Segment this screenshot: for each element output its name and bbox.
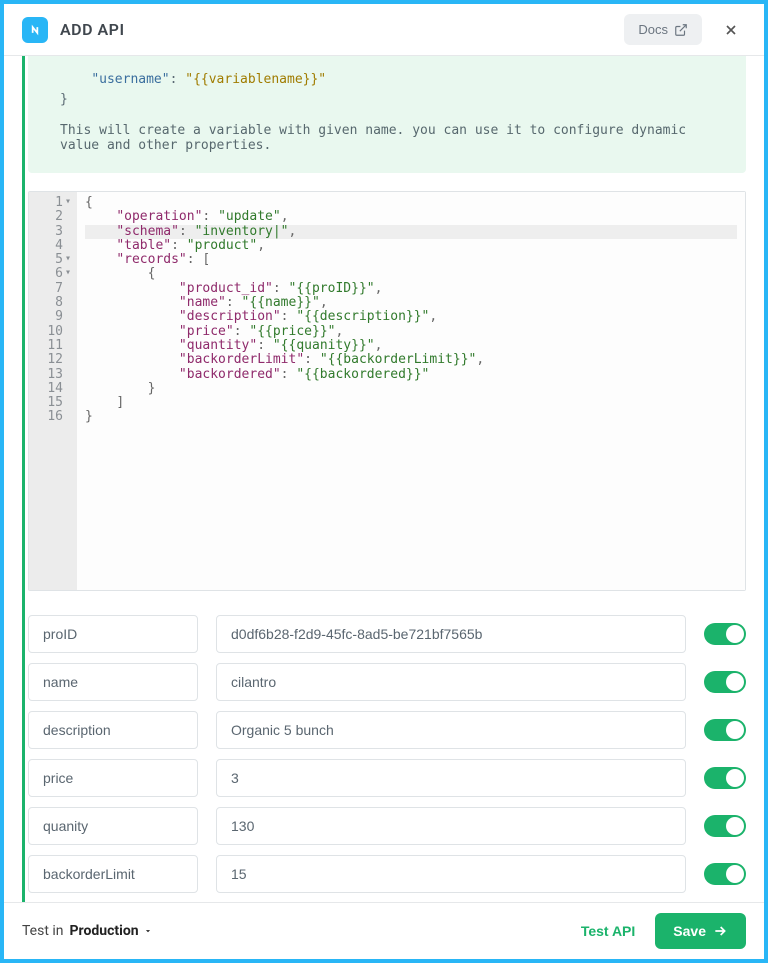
code-line[interactable]: "backorderLimit": "{{backorderLimit}}", — [85, 353, 737, 367]
variable-name-input[interactable] — [28, 855, 198, 893]
line-number: 15 — [39, 396, 71, 410]
code-line[interactable]: "schema": "inventory|", — [85, 225, 737, 239]
modal-header: ADD API Docs — [4, 4, 764, 56]
variable-row — [28, 711, 746, 749]
code-line[interactable]: "price": "{{price}}", — [85, 325, 737, 339]
line-number: 13 — [39, 368, 71, 382]
hint-key: "username" — [91, 72, 169, 87]
variable-toggle[interactable] — [704, 671, 746, 693]
variable-name-input[interactable] — [28, 615, 198, 653]
header-left: ADD API — [22, 17, 125, 43]
close-button[interactable] — [716, 15, 746, 45]
footer-left: Test in Production — [22, 923, 153, 939]
variable-name-input[interactable] — [28, 759, 198, 797]
code-line[interactable]: "description": "{{description}}", — [85, 310, 737, 324]
variable-toggle[interactable] — [704, 767, 746, 789]
caret-down-icon — [143, 926, 153, 936]
variable-toggle[interactable] — [704, 815, 746, 837]
variable-toggle[interactable] — [704, 623, 746, 645]
hint-val: "{{variablename}}" — [185, 72, 326, 87]
code-line[interactable]: "operation": "update", — [85, 210, 737, 224]
line-number: 5▾ — [39, 253, 71, 267]
left-stripe — [22, 56, 25, 902]
external-link-icon — [674, 23, 688, 37]
line-number: 9 — [39, 310, 71, 324]
modal-body: "username": "{{variablename}}" } This wi… — [4, 56, 764, 902]
code-line[interactable]: "product_id": "{{proID}}", — [85, 282, 737, 296]
variable-value-input[interactable] — [216, 615, 686, 653]
line-number: 10 — [39, 325, 71, 339]
line-number: 1▾ — [39, 196, 71, 210]
code-line[interactable]: "records": [ — [85, 253, 737, 267]
variable-value-input[interactable] — [216, 759, 686, 797]
line-number: 11 — [39, 339, 71, 353]
variable-value-input[interactable] — [216, 663, 686, 701]
variable-name-input[interactable] — [28, 663, 198, 701]
test-in-label: Test in — [22, 923, 64, 939]
save-button[interactable]: Save — [655, 913, 746, 949]
editor-gutter: 1▾2 3 4 5▾6▾7 8 9 10 11 12 13 14 15 16 — [29, 192, 77, 590]
code-line[interactable]: ] — [85, 396, 737, 410]
variables-section — [28, 615, 746, 902]
line-number: 3 — [39, 225, 71, 239]
header-right: Docs — [624, 14, 746, 45]
docs-label: Docs — [638, 22, 668, 37]
hint-code: "username": "{{variablename}}" } — [60, 70, 726, 109]
line-number: 2 — [39, 210, 71, 224]
close-icon — [723, 22, 739, 38]
line-number: 4 — [39, 239, 71, 253]
code-line[interactable]: } — [85, 410, 737, 424]
line-number: 6▾ — [39, 267, 71, 281]
code-line[interactable]: { — [85, 196, 737, 210]
code-line[interactable]: "backordered": "{{backordered}}" — [85, 368, 737, 382]
code-line[interactable]: "quantity": "{{quanity}}", — [85, 339, 737, 353]
variable-toggle[interactable] — [704, 863, 746, 885]
line-number: 7 — [39, 282, 71, 296]
variable-value-input[interactable] — [216, 855, 686, 893]
modal-title: ADD API — [60, 20, 125, 39]
hint-description: This will create a variable with given n… — [60, 123, 726, 153]
modal-content: "username": "{{variablename}}" } This wi… — [28, 56, 746, 902]
code-line[interactable]: } — [85, 382, 737, 396]
variable-row — [28, 759, 746, 797]
variable-row — [28, 663, 746, 701]
variable-value-input[interactable] — [216, 711, 686, 749]
variable-name-input[interactable] — [28, 807, 198, 845]
hint-panel: "username": "{{variablename}}" } This wi… — [28, 56, 746, 173]
line-number: 14 — [39, 382, 71, 396]
app-logo-icon — [22, 17, 48, 43]
modal-footer: Test in Production Test API Save — [4, 902, 764, 959]
variable-row — [28, 855, 746, 893]
code-line[interactable]: "table": "product", — [85, 239, 737, 253]
variable-toggle[interactable] — [704, 719, 746, 741]
editor-code[interactable]: { "operation": "update", "schema": "inve… — [77, 192, 745, 590]
footer-right: Test API Save — [581, 913, 746, 949]
variable-name-input[interactable] — [28, 711, 198, 749]
variable-value-input[interactable] — [216, 807, 686, 845]
save-label: Save — [673, 923, 706, 939]
variable-row — [28, 807, 746, 845]
arrow-right-icon — [712, 923, 728, 939]
environment-value: Production — [70, 923, 139, 939]
line-number: 16 — [39, 410, 71, 424]
environment-selector[interactable]: Production — [70, 923, 153, 939]
line-number: 8 — [39, 296, 71, 310]
variable-row — [28, 615, 746, 653]
code-line[interactable]: "name": "{{name}}", — [85, 296, 737, 310]
docs-button[interactable]: Docs — [624, 14, 702, 45]
code-line[interactable]: { — [85, 267, 737, 281]
code-editor[interactable]: 1▾2 3 4 5▾6▾7 8 9 10 11 12 13 14 15 16 {… — [28, 191, 746, 591]
line-number: 12 — [39, 353, 71, 367]
test-api-button[interactable]: Test API — [581, 923, 635, 939]
